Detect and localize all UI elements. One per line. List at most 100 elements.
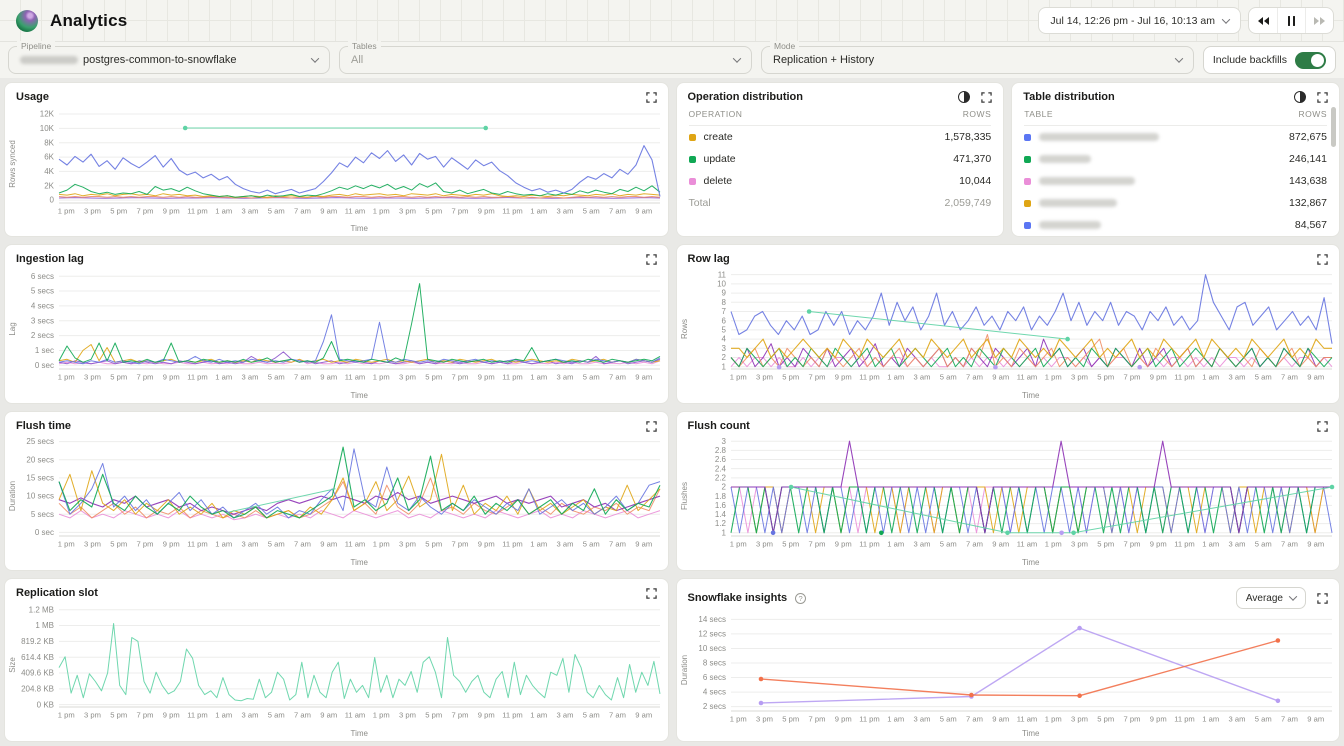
svg-text:10 secs: 10 secs bbox=[26, 492, 54, 501]
table-row[interactable]: 246,141 bbox=[1024, 148, 1327, 170]
tables-select[interactable]: Tables All bbox=[339, 46, 752, 74]
svg-text:3 pm: 3 pm bbox=[84, 711, 101, 720]
expand-button[interactable] bbox=[646, 92, 657, 103]
row-count: 143,638 bbox=[1289, 175, 1327, 187]
svg-text:11 pm: 11 pm bbox=[1174, 373, 1195, 382]
svg-text:5 am: 5 am bbox=[939, 373, 956, 382]
svg-text:9 am: 9 am bbox=[635, 207, 652, 216]
table-row[interactable]: delete 10,044 bbox=[689, 170, 992, 192]
mode-label: Mode bbox=[770, 41, 799, 51]
ingestion-lag-title: Ingestion lag bbox=[16, 253, 84, 265]
flush-count-chart: 11.21.41.61.822.22.42.62.831 pm3 pm5 pm7… bbox=[685, 433, 1340, 554]
svg-text:11 pm: 11 pm bbox=[859, 715, 880, 724]
svg-text:1.2 MB: 1.2 MB bbox=[29, 605, 54, 614]
table-row[interactable]: update 471,370 bbox=[689, 148, 992, 170]
fast-forward-button[interactable] bbox=[1305, 8, 1333, 33]
legend-swatch-icon bbox=[1024, 156, 1031, 163]
svg-text:11 pm: 11 pm bbox=[1174, 715, 1195, 724]
svg-text:2: 2 bbox=[721, 353, 726, 362]
svg-text:3 am: 3 am bbox=[557, 540, 574, 549]
flush-time-title: Flush time bbox=[16, 420, 71, 432]
pie-chart-icon[interactable] bbox=[1294, 91, 1306, 103]
svg-text:1 am: 1 am bbox=[530, 207, 547, 216]
svg-text:9 pm: 9 pm bbox=[163, 711, 180, 720]
include-backfills-toggle[interactable] bbox=[1295, 52, 1326, 69]
expand-button[interactable] bbox=[1317, 421, 1328, 432]
x-axis-label: Time bbox=[5, 558, 668, 570]
svg-text:2 secs: 2 secs bbox=[31, 331, 54, 340]
table-row[interactable]: create 1,578,335 bbox=[689, 126, 992, 148]
pause-button[interactable] bbox=[1277, 8, 1305, 33]
pie-chart-icon[interactable] bbox=[958, 91, 970, 103]
ingestion-lag-chart: 0 sec1 sec2 secs3 secs4 secs5 secs6 secs… bbox=[13, 266, 668, 387]
svg-text:3 am: 3 am bbox=[913, 540, 930, 549]
rewind-button[interactable] bbox=[1249, 8, 1277, 33]
expand-button[interactable] bbox=[1317, 92, 1328, 103]
svg-text:9 am: 9 am bbox=[320, 207, 337, 216]
svg-text:11 pm: 11 pm bbox=[502, 207, 523, 216]
svg-text:9 am: 9 am bbox=[992, 540, 1009, 549]
x-axis-label: Time bbox=[677, 391, 1340, 403]
svg-text:1 pm: 1 pm bbox=[58, 540, 75, 549]
svg-text:5 pm: 5 pm bbox=[425, 540, 442, 549]
svg-text:3 pm: 3 pm bbox=[1071, 715, 1088, 724]
svg-text:5 am: 5 am bbox=[1254, 373, 1271, 382]
svg-text:5 pm: 5 pm bbox=[1097, 715, 1114, 724]
snowflake-insights-card: Snowflake insights ? Average Duration 2 … bbox=[676, 578, 1341, 742]
table-row[interactable]: 143,638 bbox=[1024, 170, 1327, 192]
help-icon[interactable]: ? bbox=[795, 593, 806, 604]
svg-text:1 am: 1 am bbox=[530, 373, 547, 382]
svg-text:5 pm: 5 pm bbox=[425, 373, 442, 382]
row-lag-title: Row lag bbox=[688, 253, 730, 265]
svg-text:11 am: 11 am bbox=[345, 207, 366, 216]
expand-button[interactable] bbox=[981, 92, 992, 103]
svg-text:3 pm: 3 pm bbox=[399, 373, 416, 382]
svg-text:3 pm: 3 pm bbox=[1071, 540, 1088, 549]
scrollbar[interactable] bbox=[1331, 107, 1336, 147]
mode-select[interactable]: Mode Replication + History bbox=[761, 46, 1194, 74]
expand-button[interactable] bbox=[646, 588, 657, 599]
svg-text:1 pm: 1 pm bbox=[729, 540, 746, 549]
pause-icon bbox=[1288, 16, 1291, 26]
blurred-text bbox=[20, 56, 78, 64]
rewind-icon bbox=[1258, 17, 1263, 25]
table-row[interactable]: 872,675 bbox=[1024, 126, 1327, 148]
svg-text:7 pm: 7 pm bbox=[808, 373, 825, 382]
pipeline-select[interactable]: Pipeline postgres-common-to-snowflake bbox=[8, 46, 330, 74]
x-axis-label: Time bbox=[5, 391, 668, 403]
operation-distribution-card: Operation distribution OPERATIONROWS cre… bbox=[676, 82, 1005, 237]
svg-text:9 am: 9 am bbox=[635, 373, 652, 382]
svg-text:8 secs: 8 secs bbox=[702, 659, 725, 668]
table-row[interactable]: 132,867 bbox=[1024, 192, 1327, 214]
legend-label: update bbox=[704, 153, 736, 165]
svg-text:5 pm: 5 pm bbox=[782, 373, 799, 382]
aggregate-select[interactable]: Average bbox=[1236, 587, 1306, 609]
svg-text:10 secs: 10 secs bbox=[698, 644, 726, 653]
svg-text:11 pm: 11 pm bbox=[187, 540, 208, 549]
svg-text:9 pm: 9 pm bbox=[834, 715, 851, 724]
svg-text:9 pm: 9 pm bbox=[834, 373, 851, 382]
include-backfills-control[interactable]: Include backfills bbox=[1203, 46, 1336, 74]
expand-button[interactable] bbox=[646, 254, 657, 265]
svg-text:2K: 2K bbox=[44, 181, 54, 190]
expand-button[interactable] bbox=[646, 421, 657, 432]
svg-text:5 pm: 5 pm bbox=[1097, 373, 1114, 382]
svg-text:3 pm: 3 pm bbox=[84, 207, 101, 216]
svg-text:1 pm: 1 pm bbox=[373, 711, 390, 720]
svg-text:5 am: 5 am bbox=[268, 711, 285, 720]
svg-text:5 am: 5 am bbox=[939, 715, 956, 724]
svg-text:7 am: 7 am bbox=[609, 711, 626, 720]
blurred-table-name bbox=[1039, 155, 1091, 163]
expand-button[interactable] bbox=[1317, 254, 1328, 265]
svg-text:7 pm: 7 pm bbox=[1123, 373, 1140, 382]
expand-button[interactable] bbox=[1317, 593, 1328, 604]
svg-text:1 pm: 1 pm bbox=[373, 207, 390, 216]
svg-text:9 am: 9 am bbox=[320, 711, 337, 720]
svg-text:1 am: 1 am bbox=[887, 715, 904, 724]
date-range-button[interactable]: Jul 14, 12:26 pm - Jul 16, 10:13 am bbox=[1038, 7, 1241, 34]
table-header: OPERATIONROWS bbox=[689, 105, 992, 126]
table-row[interactable]: 84,567 bbox=[1024, 214, 1327, 236]
pipeline-value: postgres-common-to-snowflake bbox=[83, 54, 236, 66]
blurred-table-name bbox=[1039, 199, 1117, 207]
svg-text:1 am: 1 am bbox=[530, 540, 547, 549]
